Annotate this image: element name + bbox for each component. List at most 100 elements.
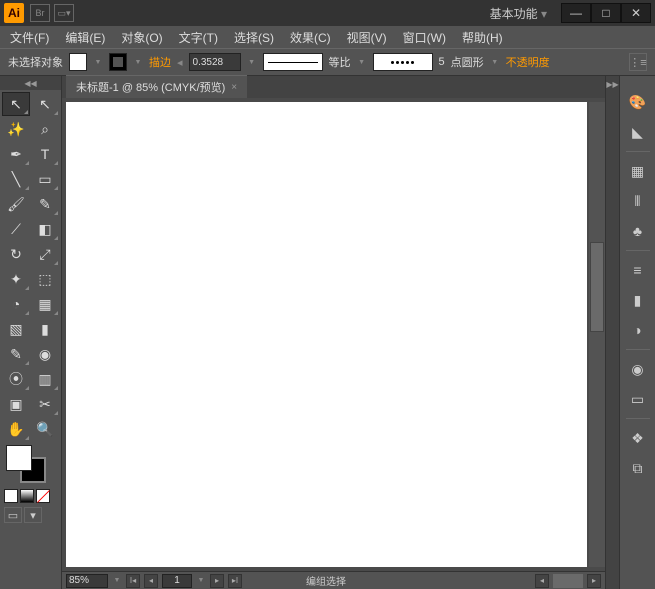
shape-builder-tool[interactable]: ◔ xyxy=(2,292,30,316)
fill-dropdown[interactable]: ▼ xyxy=(93,59,103,66)
mesh-tool[interactable]: ▧ xyxy=(2,317,30,341)
stroke-label[interactable]: 描边 xyxy=(149,54,171,70)
toolbox-collapse[interactable]: ◀◀ xyxy=(0,76,61,90)
lasso-tool[interactable]: ⌕ xyxy=(31,117,59,141)
stroke-weight-dropdown[interactable]: ▼ xyxy=(247,59,257,66)
app-logo: Ai xyxy=(4,3,24,23)
maximize-button[interactable]: □ xyxy=(591,3,621,23)
hscroll-left[interactable]: ◂ xyxy=(535,574,549,588)
screen-mode-normal[interactable]: ▭ xyxy=(4,507,22,523)
workspace-switcher[interactable]: 基本功能 xyxy=(484,3,553,24)
stroke-dropdown[interactable]: ▼ xyxy=(133,59,143,66)
menu-type[interactable]: 文字(T) xyxy=(175,27,222,48)
zoom-tool[interactable]: 🔍 xyxy=(31,417,59,441)
stroke-weight-input[interactable] xyxy=(189,53,241,71)
menu-edit[interactable]: 编辑(E) xyxy=(61,27,109,48)
selection-tool[interactable]: ↖ xyxy=(2,92,30,116)
bridge-icon[interactable]: Br xyxy=(30,4,50,22)
arrange-icon[interactable]: ▭▾ xyxy=(54,4,74,22)
minimize-button[interactable]: — xyxy=(561,3,591,23)
width-tool[interactable]: ✦ xyxy=(2,267,30,291)
tab-close-icon[interactable]: × xyxy=(231,82,237,93)
color-swatches[interactable] xyxy=(0,443,61,487)
vertical-scrollbar[interactable] xyxy=(589,102,605,567)
brush-preview[interactable] xyxy=(263,53,323,71)
rotate-tool[interactable]: ↻ xyxy=(2,242,30,266)
right-panel-expand[interactable]: ▶▶ xyxy=(605,76,619,589)
menu-effect[interactable]: 效果(C) xyxy=(286,27,335,48)
pencil-tool[interactable]: ✎ xyxy=(31,192,59,216)
blob-brush-tool[interactable]: ⟋ xyxy=(2,217,30,241)
direct-selection-tool[interactable]: ↖ xyxy=(31,92,59,116)
artboard-tool[interactable]: ▣ xyxy=(2,392,30,416)
menu-file[interactable]: 文件(F) xyxy=(6,27,53,48)
graphic-styles-panel-icon[interactable]: ▭ xyxy=(625,387,651,411)
stroke-stepper-down[interactable]: ◂ xyxy=(177,56,183,69)
artboard-number[interactable]: 1 xyxy=(162,574,192,588)
transparency-panel-icon[interactable]: ◑ xyxy=(625,318,651,342)
menu-window[interactable]: 窗口(W) xyxy=(399,27,450,48)
last-artboard-button[interactable]: ▸I xyxy=(228,574,242,588)
stroke-swatch[interactable] xyxy=(109,53,127,71)
artboard-dropdown[interactable]: ▼ xyxy=(196,577,206,584)
artboards-panel-icon[interactable]: ⧉ xyxy=(625,456,651,480)
selection-status: 未选择对象 xyxy=(8,54,63,70)
line-tool[interactable]: ╲ xyxy=(2,167,30,191)
profile-dropdown[interactable]: ▼ xyxy=(490,59,500,66)
magic-wand-tool[interactable]: ✨ xyxy=(2,117,30,141)
close-button[interactable]: ✕ xyxy=(621,3,651,23)
status-mode: 编组选择 xyxy=(306,573,346,588)
canvas[interactable] xyxy=(66,102,587,567)
stroke-panel-icon[interactable]: ≡ xyxy=(625,258,651,282)
brushes-panel-icon[interactable]: ⦀ xyxy=(625,189,651,213)
color-panel-icon[interactable]: 🎨 xyxy=(625,90,651,114)
color-mode-solid[interactable] xyxy=(4,489,18,503)
color-mode-gradient[interactable] xyxy=(20,489,34,503)
next-artboard-button[interactable]: ▸ xyxy=(210,574,224,588)
opacity-label[interactable]: 不透明度 xyxy=(506,54,550,70)
rectangle-tool[interactable]: ▭ xyxy=(31,167,59,191)
pen-tool[interactable]: ✒ xyxy=(2,142,30,166)
menu-object[interactable]: 对象(O) xyxy=(117,27,166,48)
gradient-tool[interactable]: ▮ xyxy=(31,317,59,341)
hand-tool[interactable]: ✋ xyxy=(2,417,30,441)
symbol-sprayer-tool[interactable]: ⦿ xyxy=(2,367,30,391)
zoom-input[interactable]: 85% xyxy=(66,574,108,588)
tab-title: 未标题-1 @ 85% (CMYK/预览) xyxy=(76,79,225,95)
paintbrush-tool[interactable]: 🖌 xyxy=(2,192,30,216)
free-transform-tool[interactable]: ⬚ xyxy=(31,267,59,291)
eyedropper-tool[interactable]: ✎ xyxy=(2,342,30,366)
color-guide-panel-icon[interactable]: ◣ xyxy=(625,120,651,144)
hscroll-right[interactable]: ▸ xyxy=(587,574,601,588)
graph-tool[interactable]: ▥ xyxy=(31,367,59,391)
symbols-panel-icon[interactable]: ♣ xyxy=(625,219,651,243)
menu-help[interactable]: 帮助(H) xyxy=(458,27,507,48)
gradient-panel-icon[interactable]: ▮ xyxy=(625,288,651,312)
brush-dropdown[interactable]: ▼ xyxy=(357,59,367,66)
perspective-grid-tool[interactable]: ▦ xyxy=(31,292,59,316)
document-tab[interactable]: 未标题-1 @ 85% (CMYK/预览) × xyxy=(66,75,247,98)
eraser-tool[interactable]: ◧ xyxy=(31,217,59,241)
menu-view[interactable]: 视图(V) xyxy=(343,27,391,48)
blend-tool[interactable]: ◉ xyxy=(31,342,59,366)
right-panels: 🎨 ◣ ▦ ⦀ ♣ ≡ ▮ ◑ ◉ ▭ ❖ ⧉ xyxy=(619,76,655,589)
scrollbar-thumb[interactable] xyxy=(590,242,604,332)
color-mode-none[interactable] xyxy=(36,489,50,503)
hscroll-thumb[interactable] xyxy=(553,574,583,588)
profile-preview[interactable] xyxy=(373,53,433,71)
menu-select[interactable]: 选择(S) xyxy=(230,27,278,48)
first-artboard-button[interactable]: I◂ xyxy=(126,574,140,588)
swatches-panel-icon[interactable]: ▦ xyxy=(625,159,651,183)
appearance-panel-icon[interactable]: ◉ xyxy=(625,357,651,381)
screen-mode-dropdown[interactable]: ▾ xyxy=(24,507,42,523)
zoom-dropdown[interactable]: ▼ xyxy=(112,577,122,584)
foreground-swatch[interactable] xyxy=(6,445,32,471)
document-tabs: 未标题-1 @ 85% (CMYK/预览) × xyxy=(62,76,605,98)
slice-tool[interactable]: ✂ xyxy=(31,392,59,416)
prefs-icon[interactable]: ⋮≡ xyxy=(629,53,647,71)
scale-tool[interactable]: ⤢ xyxy=(31,242,59,266)
fill-swatch[interactable] xyxy=(69,53,87,71)
type-tool[interactable]: T xyxy=(31,142,59,166)
prev-artboard-button[interactable]: ◂ xyxy=(144,574,158,588)
layers-panel-icon[interactable]: ❖ xyxy=(625,426,651,450)
